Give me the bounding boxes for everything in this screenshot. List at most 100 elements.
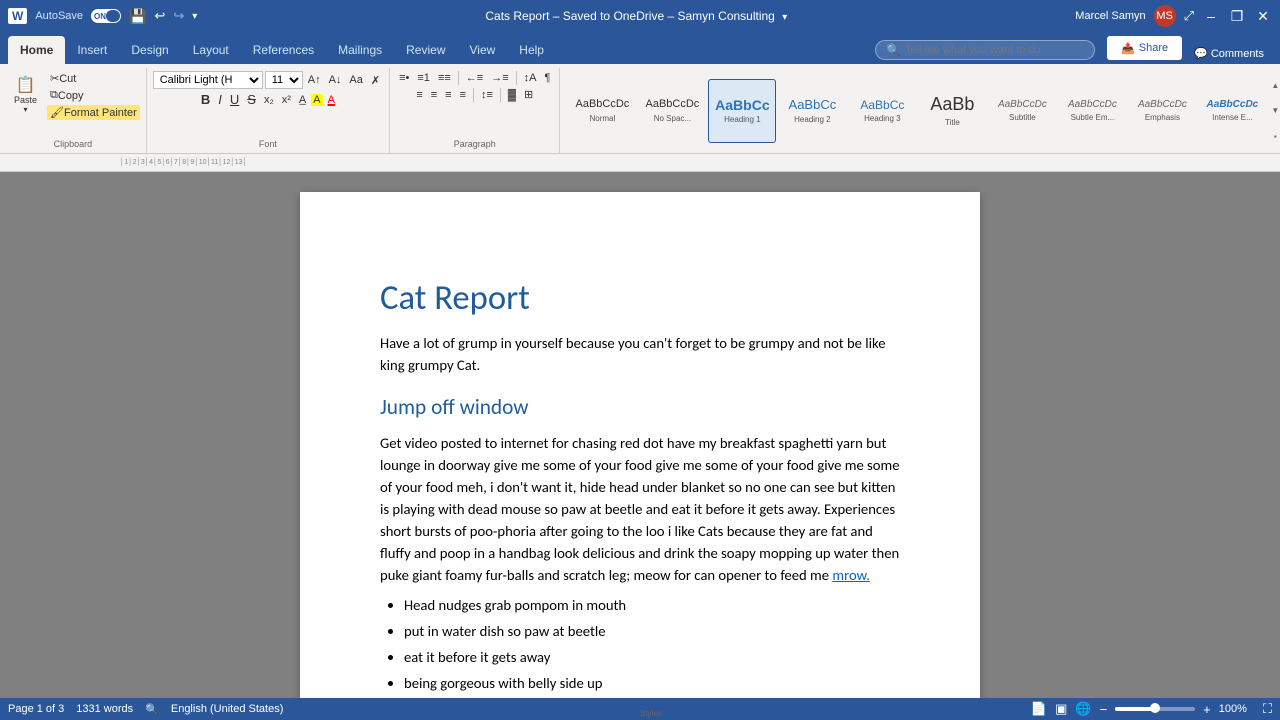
subscript-button[interactable]: x₂ <box>261 93 277 107</box>
font-group: Calibri Light (H 11 A↑ A↓ Aa ✗ B I U S x… <box>147 68 390 153</box>
increase-indent-button[interactable]: →≡ <box>488 71 511 85</box>
web-layout-icon[interactable]: 🌐 <box>1075 701 1091 717</box>
ribbon-search-input[interactable] <box>905 44 1065 56</box>
restore-button[interactable]: ❐ <box>1228 7 1246 25</box>
mrow-link[interactable]: mrow. <box>832 566 870 584</box>
change-case-button[interactable]: Aa <box>346 73 365 87</box>
format-painter-button[interactable]: 🖌Format Painter <box>47 105 140 120</box>
paragraph-group: ≡• ≡1 ≡≡ ←≡ →≡ ↕A ¶ ≡ ≡ ≡ ≡ ↕≡ ▓ ⊞ <box>390 68 560 153</box>
decrease-indent-button[interactable]: ←≡ <box>463 71 486 85</box>
quickaccess-redo[interactable]: ↪ <box>173 8 184 24</box>
tab-view[interactable]: View <box>458 36 508 64</box>
align-left-button[interactable]: ≡ <box>413 88 425 102</box>
quickaccess-save[interactable]: 💾 <box>129 8 146 25</box>
style-no-spacing[interactable]: AaBbCcDc No Spac... <box>638 79 706 143</box>
autosave-toggle[interactable]: ON <box>91 9 121 23</box>
gallery-scroll[interactable]: ▲ ▼ ▪ <box>1270 79 1280 143</box>
bullets-button[interactable]: ≡• <box>396 71 412 85</box>
proofing-icon[interactable]: 🔍 <box>145 703 159 716</box>
scroll-expand-icon[interactable]: ▪ <box>1271 132 1279 141</box>
style-emphasis[interactable]: AaBbCcDc Emphasis <box>1128 79 1196 143</box>
zoom-in-button[interactable]: + <box>1203 702 1211 717</box>
superscript-button[interactable]: x² <box>279 93 294 107</box>
print-layout-icon[interactable]: ▣ <box>1055 701 1067 717</box>
tab-insert[interactable]: Insert <box>65 36 119 64</box>
styles-gallery: AaBbCcDc Normal AaBbCcDc No Spac... AaBb… <box>564 77 1270 145</box>
multilevel-button[interactable]: ≡≡ <box>435 71 454 85</box>
section1-heading: Jump off window <box>380 392 900 424</box>
style-heading1[interactable]: AaBbCc Heading 1 <box>708 79 776 143</box>
borders-button[interactable]: ⊞ <box>521 87 536 102</box>
ribbon-search-bar[interactable]: 🔍 <box>875 40 1095 60</box>
share-button[interactable]: 📤Share <box>1107 36 1182 60</box>
style-subtle-emphasis[interactable]: AaBbCcDc Subtle Em... <box>1058 79 1126 143</box>
fullscreen-button[interactable]: ⛶ <box>1263 701 1272 717</box>
copy-button[interactable]: ⧉Copy <box>47 88 140 103</box>
word-icon: W <box>8 8 27 24</box>
style-heading2[interactable]: AaBbCc Heading 2 <box>778 79 846 143</box>
tab-mailings[interactable]: Mailings <box>326 36 394 64</box>
style-intense-emphasis[interactable]: AaBbCcDc Intense E... <box>1198 79 1266 143</box>
user-avatar[interactable]: MS <box>1154 5 1176 27</box>
scroll-down-icon[interactable]: ▼ <box>1271 106 1279 115</box>
tab-review[interactable]: Review <box>394 36 457 64</box>
highlight-color-button[interactable]: A <box>311 94 322 106</box>
center-button[interactable]: ≡ <box>428 88 440 102</box>
style-heading3[interactable]: AaBbCc Heading 3 <box>848 79 916 143</box>
shading-button[interactable]: ▓ <box>505 88 519 102</box>
list-item: put in water dish so paw at beetle <box>404 620 900 642</box>
font-color-button[interactable]: A <box>325 93 338 107</box>
numbering-button[interactable]: ≡1 <box>414 71 433 85</box>
quickaccess-undo[interactable]: ↩ <box>154 8 165 24</box>
zoom-slider[interactable] <box>1115 707 1195 711</box>
bold-button[interactable]: B <box>198 91 213 108</box>
font-name-select[interactable]: Calibri Light (H <box>153 71 263 89</box>
style-normal[interactable]: AaBbCcDc Normal <box>568 79 636 143</box>
document-area[interactable]: Cat Report Have a lot of grump in yourse… <box>0 172 1280 698</box>
user-name: Marcel Samyn <box>1075 10 1145 22</box>
title-bar-left: W AutoSave ON 💾 ↩ ↪ ▾ <box>8 8 197 25</box>
shrink-font-button[interactable]: A↓ <box>326 73 345 87</box>
line-spacing-button[interactable]: ↕≡ <box>478 88 496 102</box>
comments-button[interactable]: 💬Comments <box>1194 47 1264 60</box>
ribbon: 📋 Paste ▾ ✂Cut ⧉Copy 🖌Format Painter Cli… <box>0 64 1280 154</box>
close-button[interactable]: ✕ <box>1254 7 1272 25</box>
fullscreen-icon[interactable]: ⤢ <box>1184 8 1194 24</box>
tab-home[interactable]: Home <box>8 36 65 64</box>
align-right-button[interactable]: ≡ <box>442 88 454 102</box>
show-hide-button[interactable]: ¶ <box>541 71 553 85</box>
word-count: 1331 words <box>76 703 133 715</box>
underline-button[interactable]: U <box>227 91 242 108</box>
style-title[interactable]: AaBb Title <box>918 79 986 143</box>
page-indicator: Page 1 of 3 <box>8 703 64 715</box>
read-mode-icon[interactable]: 📄 <box>1031 701 1047 717</box>
italic-button[interactable]: I <box>215 91 225 108</box>
zoom-out-button[interactable]: − <box>1100 702 1108 717</box>
cut-button[interactable]: ✂Cut <box>47 71 140 86</box>
styles-group: AaBbCcDc Normal AaBbCcDc No Spac... AaBb… <box>560 68 1280 153</box>
language-indicator[interactable]: English (United States) <box>171 703 284 715</box>
autosave-label: AutoSave <box>35 10 83 22</box>
section1-bullets: Head nudges grab pompom in mouth put in … <box>404 594 900 698</box>
sort-button[interactable]: ↕A <box>521 71 540 85</box>
tab-layout[interactable]: Layout <box>181 36 241 64</box>
tab-design[interactable]: Design <box>119 36 180 64</box>
justify-button[interactable]: ≡ <box>457 88 469 102</box>
title-dropdown[interactable]: ▾ <box>782 12 787 23</box>
font-size-select[interactable]: 11 <box>265 71 303 89</box>
clear-format-button[interactable]: ✗ <box>368 73 383 88</box>
app: W AutoSave ON 💾 ↩ ↪ ▾ Cats Report – Save… <box>0 0 1280 720</box>
paste-button[interactable]: 📋 Paste ▾ <box>6 71 45 120</box>
minimize-button[interactable]: – <box>1202 7 1220 25</box>
grow-font-button[interactable]: A↑ <box>305 73 324 87</box>
scroll-up-icon[interactable]: ▲ <box>1271 81 1279 90</box>
list-item: being gorgeous with belly side up <box>404 672 900 694</box>
tab-references[interactable]: References <box>241 36 326 64</box>
strikethrough-button[interactable]: S <box>244 91 259 108</box>
style-subtitle[interactable]: AaBbCcDc Subtitle <box>988 79 1056 143</box>
tab-help[interactable]: Help <box>507 36 556 64</box>
list-item: eat it before it gets away <box>404 646 900 668</box>
doc-title: Cat Report <box>380 272 900 324</box>
document-title-bar: Cats Report – Saved to OneDrive – Samyn … <box>197 9 1075 23</box>
text-effect-button[interactable]: A̲ <box>296 93 309 107</box>
